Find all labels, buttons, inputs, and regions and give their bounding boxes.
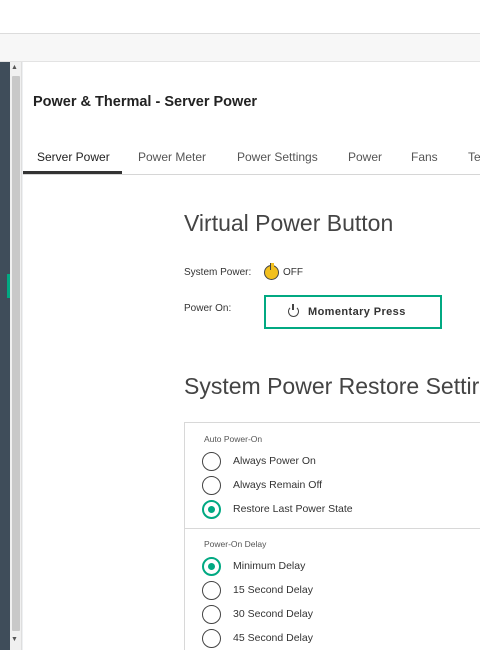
radio-button-selected[interactable] (202, 557, 221, 576)
browser-address-bar (0, 0, 480, 34)
active-tab-indicator (23, 171, 122, 174)
nav-scrollbar[interactable]: ▲ ▼ (10, 62, 22, 650)
power-on-label: Power On: (184, 303, 232, 314)
radio-button[interactable] (202, 581, 221, 600)
browser-toolbar (0, 34, 480, 62)
radio-button[interactable] (202, 476, 221, 495)
radio-label: Always Remain Off (233, 479, 323, 491)
system-power-status: OFF (283, 267, 303, 278)
radio-label: 45 Second Delay (233, 632, 313, 644)
radio-label: Restore Last Power State (233, 503, 353, 515)
tab-power-settings[interactable]: Power Settings (237, 150, 318, 164)
radio-label: 30 Second Delay (233, 608, 313, 620)
virtual-power-heading: Virtual Power Button (184, 210, 394, 236)
tab-power[interactable]: Power (348, 150, 382, 164)
panel-divider (185, 528, 480, 529)
scroll-up-arrow-icon[interactable]: ▲ (11, 64, 18, 71)
main-content: Power & Thermal - Server Power Server Po… (23, 62, 480, 650)
tab-fans[interactable]: Fans (411, 150, 438, 164)
radio-label: 15 Second Delay (233, 584, 313, 596)
radio-label: Minimum Delay (233, 560, 306, 572)
tab-power-meter[interactable]: Power Meter (138, 150, 206, 164)
radio-button[interactable] (202, 629, 221, 648)
power-on-delay-label: Power-On Delay (204, 539, 267, 549)
radio-button-selected[interactable] (202, 500, 221, 519)
scroll-down-arrow-icon[interactable]: ▼ (11, 636, 18, 643)
momentary-press-label: Momentary Press (308, 306, 406, 318)
auto-power-on-label: Auto Power-On (204, 434, 263, 444)
power-restore-heading: System Power Restore Settir (184, 373, 480, 399)
power-icon (288, 304, 299, 317)
radio-button[interactable] (202, 605, 221, 624)
power-status-icon (264, 263, 279, 280)
tab-temperatures[interactable]: Te (468, 150, 480, 164)
radio-label: Always Power On (233, 455, 316, 467)
tab-server-power[interactable]: Server Power (37, 150, 110, 164)
power-restore-panel: Auto Power-On Always Power On Always Rem… (184, 422, 480, 650)
side-navigation (0, 62, 10, 650)
tab-bar: Server Power Power Meter Power Settings … (23, 148, 480, 175)
momentary-press-button[interactable]: Momentary Press (264, 295, 442, 329)
system-power-label: System Power: (184, 267, 252, 278)
scrollbar-thumb[interactable] (12, 76, 20, 631)
page-title: Power & Thermal - Server Power (33, 94, 258, 110)
radio-button[interactable] (202, 452, 221, 471)
